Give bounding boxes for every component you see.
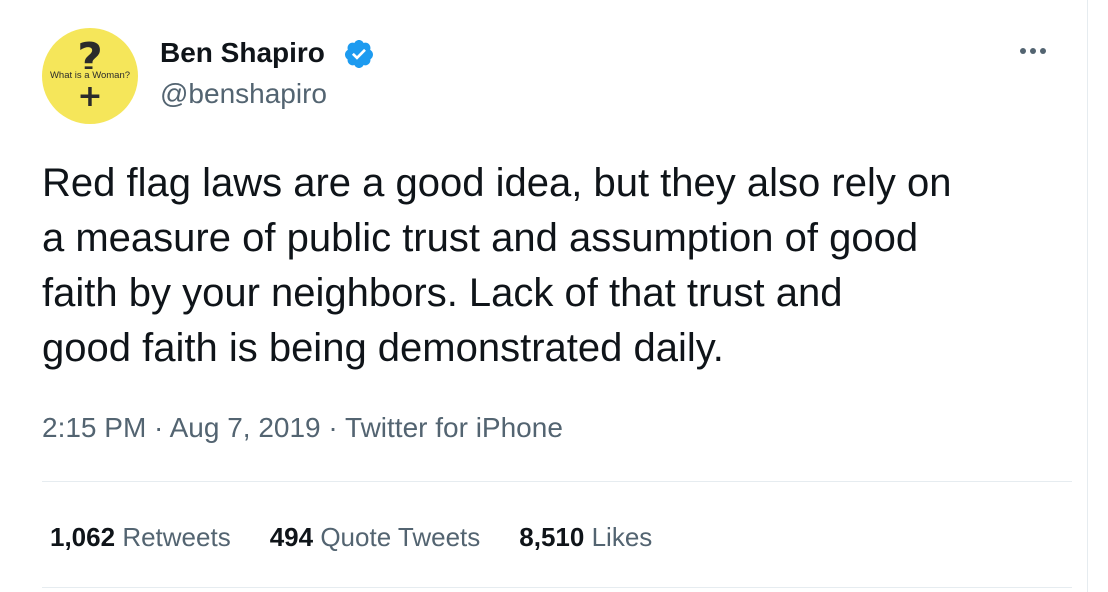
- tweet-text-line: good faith is being demonstrated daily.: [42, 326, 724, 370]
- user-handle[interactable]: @benshapiro: [160, 77, 327, 111]
- quote-tweets-count: 494: [269, 522, 314, 552]
- more-options-icon[interactable]: [1013, 36, 1053, 66]
- quote-tweets-stat[interactable]: 494 Quote Tweets: [270, 519, 481, 555]
- tweet-metadata[interactable]: 2:15 PM · Aug 7, 2019 · Twitter for iPho…: [42, 410, 563, 446]
- user-name[interactable]: Ben Shapiro: [160, 36, 325, 70]
- tweet-text-line: faith by your neighbors. Lack of that tr…: [42, 271, 843, 315]
- dot: [1020, 48, 1026, 54]
- engagement-stats: 1,062 Retweets 494 Quote Tweets 8,510 Li…: [50, 519, 691, 555]
- avatar[interactable]: ? + What is a Woman?: [42, 28, 138, 124]
- retweets-stat[interactable]: 1,062 Retweets: [50, 519, 231, 555]
- likes-label: Likes: [591, 522, 653, 552]
- verified-badge-icon: [344, 40, 373, 68]
- avatar-caption: What is a Woman?: [46, 69, 134, 83]
- divider: [42, 481, 1072, 482]
- likes-count: 8,510: [519, 522, 585, 552]
- dot: [1040, 48, 1046, 54]
- tweet-text-line: Red flag laws are a good idea, but they …: [42, 161, 952, 205]
- tweet-card: ? + What is a Woman? Ben Shapiro @bensha…: [0, 0, 1088, 592]
- quote-tweets-label: Quote Tweets: [320, 522, 481, 552]
- tweet-text-line: a measure of public trust and assumption…: [42, 216, 919, 260]
- retweets-count: 1,062: [50, 522, 116, 552]
- avatar-cross: +: [77, 79, 103, 114]
- retweets-label: Retweets: [122, 522, 231, 552]
- likes-stat[interactable]: 8,510 Likes: [519, 519, 652, 555]
- tweet-text: Red flag laws are a good idea, but they …: [42, 156, 1072, 376]
- divider: [42, 587, 1072, 588]
- dot: [1030, 48, 1036, 54]
